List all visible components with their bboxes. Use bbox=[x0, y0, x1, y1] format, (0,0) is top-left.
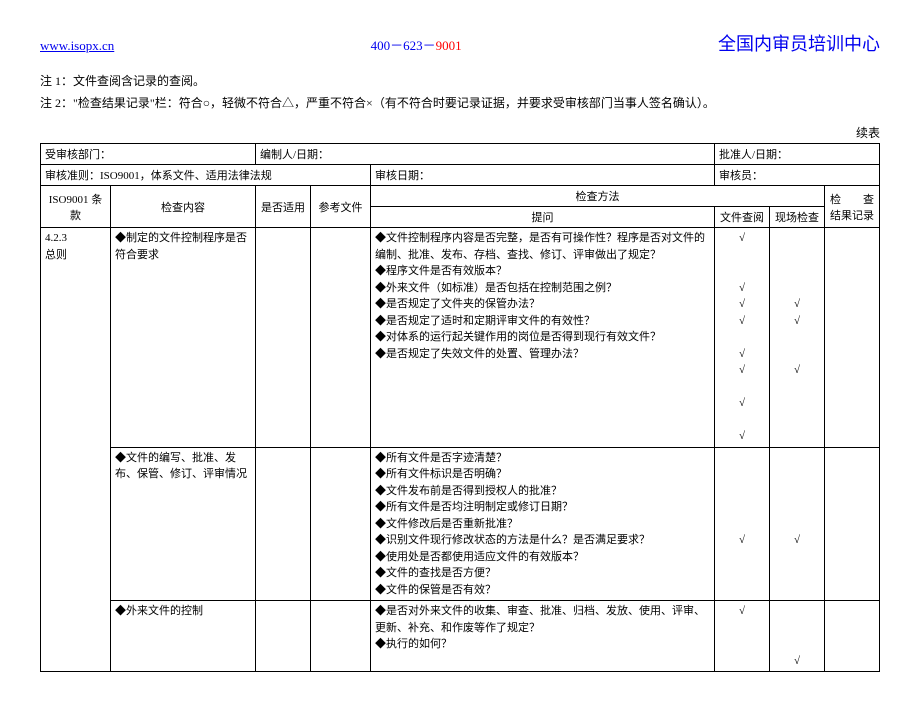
result-cell bbox=[824, 228, 879, 448]
applicable-cell bbox=[256, 601, 311, 672]
header-site-check: 现场检查 bbox=[769, 207, 824, 228]
page-title: 全国内审员培训中心 bbox=[718, 30, 880, 56]
doc-review-marks: √ √√√ √√ √ √ bbox=[714, 228, 769, 448]
table-row: ◆外来文件的控制 ◆是否对外来文件的收集、审查、批准、归档、发放、使用、评审、更… bbox=[41, 601, 880, 672]
continuation-label: 续表 bbox=[40, 124, 880, 141]
result-cell bbox=[824, 447, 879, 601]
question-cell: ◆是否对外来文件的收集、审查、批准、归档、发放、使用、评审、更新、补充、和作废等… bbox=[371, 601, 715, 672]
prepared-cell: 编制人/日期： bbox=[256, 144, 715, 165]
clause-cell: 4.2.3总则 bbox=[41, 228, 111, 672]
table-row: ◆文件的编写、批准、发布、保管、修订、评审情况 ◆所有文件是否字迹清楚？◆所有文… bbox=[41, 447, 880, 601]
header-applicable: 是否适用 bbox=[256, 186, 311, 228]
url-link[interactable]: www.isopx.cn bbox=[40, 38, 114, 54]
criteria-cell: 审核准则：ISO9001，体系文件、适用法律法规 bbox=[41, 165, 371, 186]
header-method: 检查方法 bbox=[371, 186, 825, 207]
reference-cell bbox=[311, 228, 371, 448]
doc-review-marks: √ bbox=[714, 447, 769, 601]
reference-cell bbox=[311, 447, 371, 601]
content-cell: ◆文件的编写、批准、发布、保管、修订、评审情况 bbox=[111, 447, 256, 601]
header-result: 检 查结果记录 bbox=[824, 186, 879, 228]
approved-cell: 批准人/日期： bbox=[714, 144, 879, 165]
site-check-marks: √√ √ bbox=[769, 228, 824, 448]
site-check-marks: √ bbox=[769, 601, 824, 672]
question-cell: ◆文件控制程序内容是否完整，是否有可操作性？程序是否对文件的编制、批准、发布、存… bbox=[371, 228, 715, 448]
site-check-marks: √ bbox=[769, 447, 824, 601]
table-row: 4.2.3总则 ◆制定的文件控制程序是否符合要求 ◆文件控制程序内容是否完整，是… bbox=[41, 228, 880, 448]
question-cell: ◆所有文件是否字迹清楚？◆所有文件标识是否明确？◆文件发布前是否得到授权人的批准… bbox=[371, 447, 715, 601]
header-doc-review: 文件查阅 bbox=[714, 207, 769, 228]
header-reference: 参考文件 bbox=[311, 186, 371, 228]
result-cell bbox=[824, 601, 879, 672]
note-2: 注 2："检查结果记录"栏：符合○，轻微不符合△，严重不符合×（有不符合时要记录… bbox=[40, 93, 880, 115]
note-1: 注 1：文件查阅含记录的查阅。 bbox=[40, 71, 880, 93]
audit-date-cell: 审核日期： bbox=[371, 165, 715, 186]
header-clause: ISO9001 条款 bbox=[41, 186, 111, 228]
applicable-cell bbox=[256, 228, 311, 448]
content-cell: ◆外来文件的控制 bbox=[111, 601, 256, 672]
auditor-cell: 审核员： bbox=[714, 165, 879, 186]
header-question: 提问 bbox=[371, 207, 715, 228]
dept-cell: 受审核部门： bbox=[41, 144, 256, 165]
applicable-cell bbox=[256, 447, 311, 601]
reference-cell bbox=[311, 601, 371, 672]
phone-number: 400－623－9001 bbox=[371, 35, 462, 54]
doc-review-marks: √ bbox=[714, 601, 769, 672]
audit-table: 受审核部门： 编制人/日期： 批准人/日期： 审核准则：ISO9001，体系文件… bbox=[40, 143, 880, 672]
header-content: 检查内容 bbox=[111, 186, 256, 228]
content-cell: ◆制定的文件控制程序是否符合要求 bbox=[111, 228, 256, 448]
